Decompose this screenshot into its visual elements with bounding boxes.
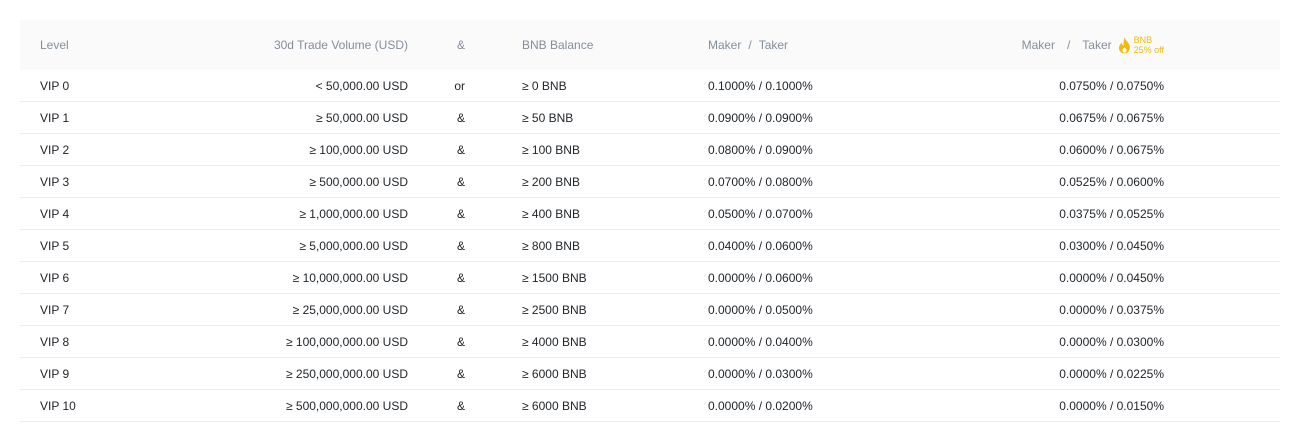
cell-level: VIP 2 (40, 142, 70, 157)
cell-trade-volume: ≥ 5,000,000.00 USD (299, 238, 408, 253)
cell-trade-volume: ≥ 500,000,000.00 USD (285, 398, 408, 413)
flame-icon (1118, 37, 1131, 54)
cell-bnb-balance: ≥ 800 BNB (522, 238, 580, 253)
vip-fee-table: Level 30d Trade Volume (USD) & BNB Balan… (20, 20, 1280, 422)
badge-line1: BNB (1133, 35, 1153, 45)
cell-discounted-rate: 0.0675% / 0.0675% (1059, 110, 1164, 125)
cell-operator-text: & (456, 302, 466, 317)
cell-maker-taker: 0.0000% / 0.0500% (708, 302, 813, 317)
cell-maker-taker: 0.0700% / 0.0800% (708, 174, 813, 189)
cell-level: VIP 5 (40, 238, 70, 253)
cell-trade-volume: ≥ 10,000,000.00 USD (292, 270, 408, 285)
header-disc-taker: Taker (1082, 38, 1112, 52)
table-row: VIP 2 ≥ 100,000.00 USD & ≥ 100 BNB 0.080… (20, 134, 1280, 166)
header-taker: Taker (758, 38, 789, 52)
cell-bnb-balance: ≥ 6000 BNB (522, 398, 587, 413)
header-maker: Maker (708, 38, 742, 52)
cell-bnb-balance: ≥ 6000 BNB (522, 366, 587, 381)
cell-bnb-balance: ≥ 1500 BNB (522, 270, 587, 285)
cell-operator-text: & (456, 366, 466, 381)
cell-trade-volume: ≥ 250,000,000.00 USD (285, 366, 408, 381)
cell-level: VIP 9 (40, 366, 70, 381)
cell-maker-taker: 0.0900% / 0.0900% (708, 110, 813, 125)
cell-trade-volume: ≥ 1,000,000.00 USD (299, 206, 408, 221)
cell-level: VIP 7 (40, 302, 70, 317)
cell-level: VIP 8 (40, 334, 70, 349)
header-level: Level (40, 38, 69, 52)
cell-operator-text: & (456, 206, 466, 221)
cell-trade-volume: ≥ 25,000,000.00 USD (292, 302, 408, 317)
table-row: VIP 10 ≥ 500,000,000.00 USD & ≥ 6000 BNB… (20, 390, 1280, 422)
table-row: VIP 3 ≥ 500,000.00 USD & ≥ 200 BNB 0.070… (20, 166, 1280, 198)
cell-level: VIP 6 (40, 270, 70, 285)
cell-maker-taker: 0.0000% / 0.0200% (708, 398, 813, 413)
table-row: VIP 6 ≥ 10,000,000.00 USD & ≥ 1500 BNB 0… (20, 262, 1280, 294)
cell-operator-text: & (456, 334, 466, 349)
cell-bnb-balance: ≥ 100 BNB (522, 142, 580, 157)
cell-maker-taker: 0.0000% / 0.0600% (708, 270, 813, 285)
cell-level: VIP 3 (40, 174, 70, 189)
cell-trade-volume: < 50,000.00 USD (315, 78, 408, 93)
cell-trade-volume: ≥ 100,000.00 USD (309, 142, 408, 157)
badge-line2: 25% off (1133, 45, 1164, 55)
table-row: VIP 8 ≥ 100,000,000.00 USD & ≥ 4000 BNB … (20, 326, 1280, 358)
cell-discounted-rate: 0.0000% / 0.0375% (1059, 302, 1164, 317)
header-separator: / (748, 38, 752, 52)
cell-maker-taker: 0.0400% / 0.0600% (708, 238, 813, 253)
cell-discounted-rate: 0.0300% / 0.0450% (1059, 238, 1164, 253)
table-row: VIP 5 ≥ 5,000,000.00 USD & ≥ 800 BNB 0.0… (20, 230, 1280, 262)
cell-maker-taker: 0.1000% / 0.1000% (708, 78, 813, 93)
cell-discounted-rate: 0.0375% / 0.0525% (1059, 206, 1164, 221)
table-row: VIP 4 ≥ 1,000,000.00 USD & ≥ 400 BNB 0.0… (20, 198, 1280, 230)
cell-operator-text: or (454, 78, 466, 93)
header-maker-taker: Maker / Taker (708, 20, 788, 70)
cell-operator-text: & (456, 270, 466, 285)
bnb-discount-badge: BNB 25% off (1118, 35, 1164, 55)
badge-text: BNB 25% off (1134, 35, 1164, 55)
cell-level: VIP 0 (40, 78, 70, 93)
cell-bnb-balance: ≥ 2500 BNB (522, 302, 587, 317)
cell-operator-text: & (456, 238, 466, 253)
cell-discounted-rate: 0.0600% / 0.0675% (1059, 142, 1164, 157)
header-trade-volume: 30d Trade Volume (USD) (273, 38, 408, 52)
cell-level: VIP 1 (40, 110, 70, 125)
cell-discounted-rate: 0.0000% / 0.0450% (1059, 270, 1164, 285)
cell-trade-volume: ≥ 100,000,000.00 USD (285, 334, 408, 349)
cell-operator-text: & (456, 174, 466, 189)
cell-operator-text: & (456, 110, 466, 125)
header-disc-maker: Maker (1021, 38, 1055, 52)
cell-trade-volume: ≥ 500,000.00 USD (309, 174, 408, 189)
cell-bnb-balance: ≥ 4000 BNB (522, 334, 587, 349)
cell-discounted-rate: 0.0750% / 0.0750% (1059, 78, 1164, 93)
header-operator-text: & (456, 38, 466, 52)
cell-discounted-rate: 0.0000% / 0.0225% (1059, 366, 1164, 381)
cell-level: VIP 10 (40, 398, 76, 413)
cell-bnb-balance: ≥ 0 BNB (522, 78, 567, 93)
cell-maker-taker: 0.0000% / 0.0400% (708, 334, 813, 349)
cell-maker-taker: 0.0000% / 0.0300% (708, 366, 813, 381)
cell-trade-volume: ≥ 50,000.00 USD (316, 110, 408, 125)
header-disc-separator: / (1066, 38, 1071, 52)
cell-operator-text: & (456, 398, 466, 413)
header-discounted-maker-taker: Maker / Taker BNB 25% off (1022, 20, 1164, 70)
cell-bnb-balance: ≥ 400 BNB (522, 206, 580, 221)
cell-bnb-balance: ≥ 200 BNB (522, 174, 580, 189)
cell-discounted-rate: 0.0000% / 0.0300% (1059, 334, 1164, 349)
cell-bnb-balance: ≥ 50 BNB (522, 110, 574, 125)
table-row: VIP 9 ≥ 250,000,000.00 USD & ≥ 6000 BNB … (20, 358, 1280, 390)
table-row: VIP 0 < 50,000.00 USD or ≥ 0 BNB 0.1000%… (20, 70, 1280, 102)
cell-maker-taker: 0.0800% / 0.0900% (708, 142, 813, 157)
cell-level: VIP 4 (40, 206, 70, 221)
cell-discounted-rate: 0.0000% / 0.0150% (1059, 398, 1164, 413)
cell-maker-taker: 0.0500% / 0.0700% (708, 206, 813, 221)
header-bnb-balance: BNB Balance (522, 38, 594, 52)
table-row: VIP 1 ≥ 50,000.00 USD & ≥ 50 BNB 0.0900%… (20, 102, 1280, 134)
table-row: VIP 7 ≥ 25,000,000.00 USD & ≥ 2500 BNB 0… (20, 294, 1280, 326)
cell-operator-text: & (456, 142, 466, 157)
cell-discounted-rate: 0.0525% / 0.0600% (1059, 174, 1164, 189)
table-header: Level 30d Trade Volume (USD) & BNB Balan… (20, 20, 1280, 70)
